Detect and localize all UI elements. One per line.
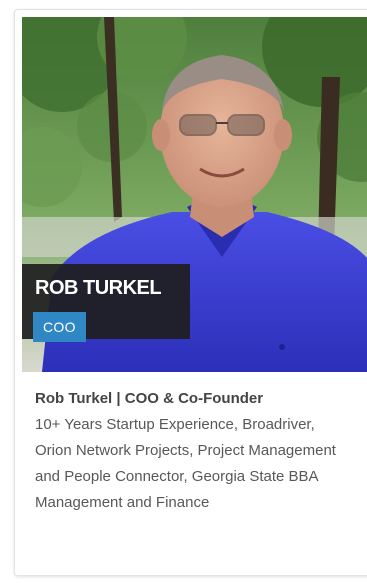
profile-description: 10+ Years Startup Experience, Broadriver…: [35, 416, 336, 511]
profile-info: Rob Turkel | COO & Co-Founder 10+ Years …: [35, 386, 355, 516]
name-tag: ROB TURKEL COO: [22, 264, 190, 342]
role-badge: COO: [33, 312, 86, 342]
profile-headline: Rob Turkel | COO & Co-Founder: [35, 390, 264, 407]
profile-card: ROB TURKEL COO Rob Turkel | COO & Co-Fou…: [14, 9, 367, 576]
person-name: ROB TURKEL: [35, 277, 162, 299]
